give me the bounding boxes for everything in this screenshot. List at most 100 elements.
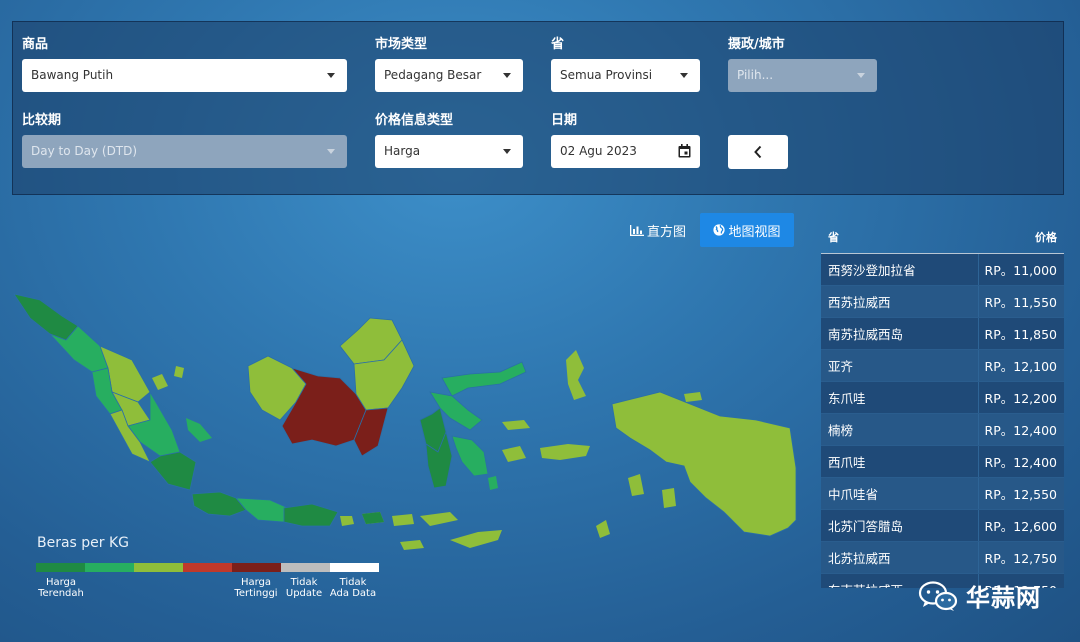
chevron-down-icon	[680, 73, 688, 78]
wechat-icon	[918, 580, 958, 611]
table-row[interactable]: 西爪哇 RP。12,400	[821, 446, 1064, 478]
island-timor	[450, 530, 502, 548]
comparison-label: 比较期	[22, 113, 62, 128]
date-input[interactable]: 02 Agu 2023	[551, 135, 700, 168]
province-cell: 东爪哇	[821, 382, 979, 413]
table-row[interactable]: 西努沙登加拉省 RP。11,000	[821, 254, 1064, 286]
table-row[interactable]: 楠榜 RP。12,400	[821, 414, 1064, 446]
island-biak	[684, 392, 702, 402]
map-view-label: 地图视图	[728, 224, 781, 240]
watermark-text: 华蒜网	[966, 584, 1041, 612]
table-row[interactable]: 中爪哇省 RP。12,550	[821, 478, 1064, 510]
island-sula	[502, 420, 530, 430]
chevron-down-icon	[327, 73, 335, 78]
table-row[interactable]: 东爪哇 RP。12,200	[821, 382, 1064, 414]
island-buru	[502, 446, 526, 462]
map-view-button[interactable]: 地图视图	[700, 213, 794, 247]
province-label: 省	[551, 37, 565, 52]
watermark: 华蒜网	[918, 578, 1041, 613]
regency-label: 摄政/城市	[728, 37, 785, 52]
chevron-left-icon	[754, 145, 762, 159]
island-kei-aru	[628, 474, 676, 508]
market-type-value: Pedagang Besar	[384, 68, 482, 82]
market-type-select[interactable]: Pedagang Besar	[375, 59, 523, 92]
table-row[interactable]: 亚齐 RP。12,100	[821, 350, 1064, 382]
island-bali-nusa	[340, 512, 458, 526]
province-java-west	[191, 491, 247, 517]
commodity-select[interactable]: Bawang Putih	[22, 59, 347, 92]
legend-title: Beras per KG	[37, 535, 130, 551]
legend-swatch-5	[232, 563, 281, 572]
province-lampung	[149, 451, 197, 491]
table-row[interactable]: 北苏拉威西 RP。12,750	[821, 542, 1064, 574]
legend-swatch-7	[330, 563, 379, 572]
legend-swatch-4	[183, 563, 232, 572]
province-cell: 南苏拉威西岛	[821, 318, 979, 349]
price-info-type-label: 价格信息类型	[375, 113, 454, 128]
price-cell: RP。12,200	[984, 391, 1057, 406]
island-riau	[152, 366, 184, 390]
table-row[interactable]: 北苏门答腊岛 RP。12,600	[821, 510, 1064, 542]
province-southeast-sulawesi	[451, 435, 489, 477]
province-cell: 西爪哇	[821, 446, 979, 477]
regency-placeholder: Pilih...	[737, 68, 774, 82]
chevron-down-icon	[503, 149, 511, 154]
chevron-down-icon	[503, 73, 511, 78]
island-bangka	[186, 418, 212, 442]
province-cell: 楠榜	[821, 414, 979, 445]
comparison-value: Day to Day (DTD)	[31, 144, 138, 158]
legend-label-no-data: Tidak Ada Data	[329, 577, 377, 599]
price-info-type-value: Harga	[384, 144, 421, 158]
back-button[interactable]	[728, 135, 788, 169]
price-cell: RP。11,000	[984, 263, 1057, 278]
legend-label-lowest: Harga Terendah	[38, 577, 84, 599]
province-aceh	[13, 293, 79, 341]
province-cell: 中爪哇省	[821, 478, 979, 509]
island-seram	[540, 444, 590, 460]
province-select[interactable]: Semua Provinsi	[551, 59, 700, 92]
price-cell: RP。12,100	[984, 359, 1057, 374]
province-cell: 西努沙登加拉省	[821, 254, 979, 285]
legend-swatch-1	[36, 563, 85, 572]
province-north-sulawesi	[441, 361, 527, 397]
province-cell: 西苏拉威西	[821, 286, 979, 317]
price-cell: RP。12,750	[984, 551, 1057, 566]
province-papua	[611, 391, 797, 537]
col-province-header: 省	[828, 230, 839, 244]
histogram-view-button[interactable]: 直方图	[625, 213, 691, 247]
comparison-select: Day to Day (DTD)	[22, 135, 347, 168]
legend-color-bar	[36, 563, 379, 572]
price-cell: RP。12,550	[984, 487, 1057, 502]
price-info-type-select[interactable]: Harga	[375, 135, 523, 168]
col-price-header: 价格	[1035, 230, 1057, 244]
table-header: 省 价格	[821, 220, 1064, 254]
calendar-icon[interactable]	[678, 144, 691, 158]
histogram-view-label: 直方图	[646, 224, 686, 240]
island-west-nusa	[362, 512, 384, 524]
price-cell: RP。12,400	[984, 455, 1057, 470]
table-body: 西努沙登加拉省 RP。11,000 西苏拉威西 RP。11,550 南苏拉威西岛 RP…	[821, 254, 1064, 588]
province-cell: 亚齐	[821, 350, 979, 381]
legend-swatch-6	[281, 563, 330, 572]
price-cell: RP。11,550	[984, 295, 1057, 310]
commodity-label: 商品	[22, 37, 49, 52]
island-tanimbar	[596, 520, 610, 538]
table-row[interactable]: 西苏拉威西 RP。11,550	[821, 286, 1064, 318]
market-type-label: 市场类型	[375, 37, 428, 52]
price-table: 省 价格 西努沙登加拉省 RP。11,000 西苏拉威西 RP。11,550 南苏拉…	[821, 220, 1064, 588]
chevron-down-icon	[857, 73, 865, 78]
table-row[interactable]: 南苏拉威西岛 RP。11,850	[821, 318, 1064, 350]
date-label: 日期	[551, 113, 578, 128]
price-cell: RP。12,600	[984, 519, 1057, 534]
island-sumba	[400, 540, 424, 550]
legend-swatch-2	[85, 563, 134, 572]
chevron-down-icon	[327, 149, 335, 154]
price-cell: RP。11,850	[984, 327, 1057, 342]
filter-panel	[12, 21, 1064, 195]
province-value: Semua Provinsi	[560, 68, 653, 82]
island-halmahera	[566, 350, 586, 400]
date-value: 02 Agu 2023	[560, 144, 637, 158]
bar-chart-icon	[629, 224, 644, 236]
legend-swatch-3	[134, 563, 183, 572]
commodity-value: Bawang Putih	[31, 68, 114, 82]
